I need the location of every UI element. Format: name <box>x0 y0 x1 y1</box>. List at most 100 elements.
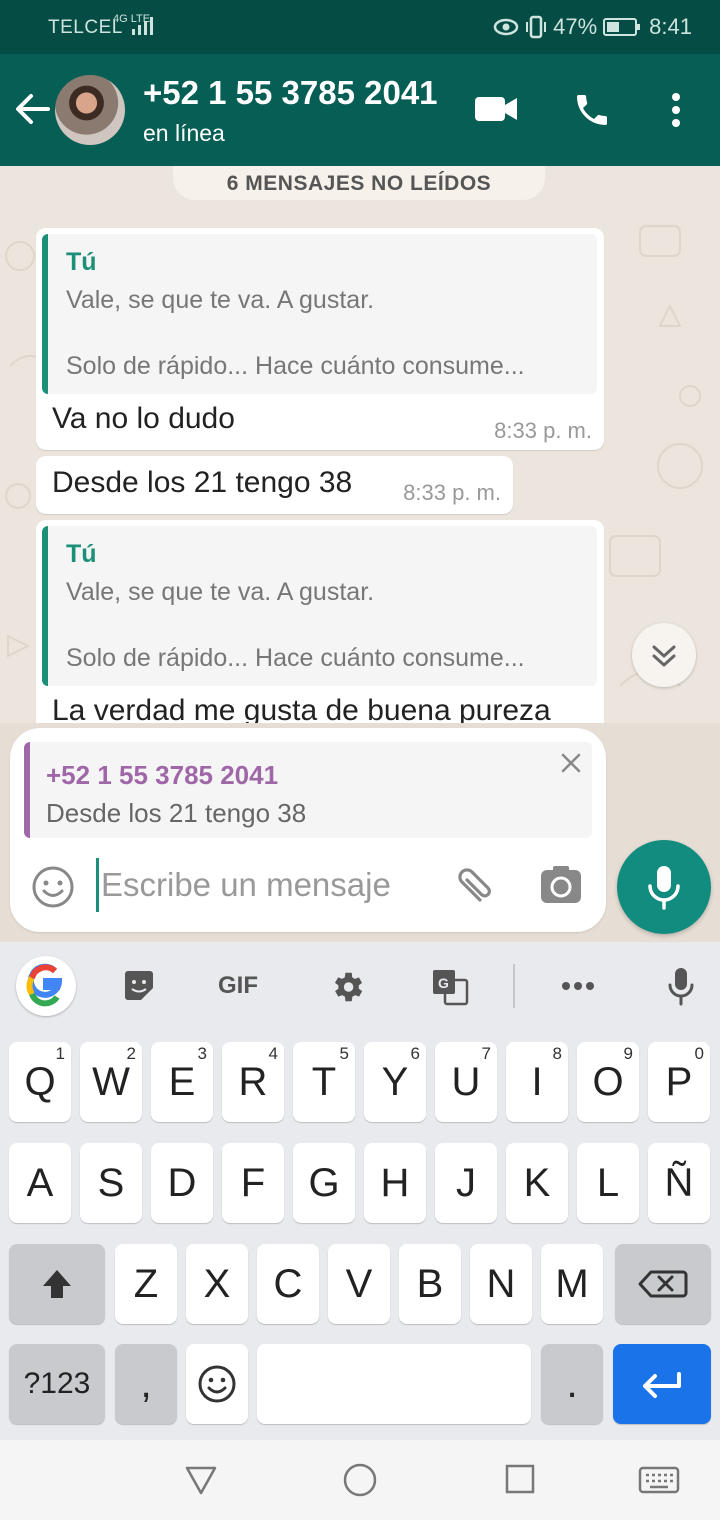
key-hint: 5 <box>339 1044 349 1063</box>
backspace-key[interactable] <box>615 1244 711 1324</box>
battery-icon <box>603 18 641 36</box>
key-w[interactable]: W2 <box>80 1042 142 1122</box>
key-i[interactable]: I8 <box>506 1042 568 1122</box>
key-f[interactable]: F <box>222 1143 284 1223</box>
key-l[interactable]: L <box>577 1143 639 1223</box>
nav-keyboard-icon[interactable] <box>638 1466 680 1494</box>
keyboard-mic-icon[interactable] <box>666 966 696 1006</box>
microphone-icon <box>648 866 680 910</box>
reply-author: +52 1 55 3785 2041 <box>46 760 279 790</box>
key-u[interactable]: U7 <box>435 1042 497 1122</box>
sticker-icon[interactable] <box>121 968 157 1004</box>
more-horiz-icon[interactable] <box>560 980 596 992</box>
key-s[interactable]: S <box>80 1143 142 1223</box>
attach-icon[interactable] <box>450 862 496 908</box>
key-v[interactable]: V <box>328 1244 390 1324</box>
key-letter: W <box>92 1060 130 1104</box>
backspace-icon <box>638 1270 688 1298</box>
message-bubble[interactable]: Tú Vale, se que te va. A gustar. Solo de… <box>36 520 604 723</box>
gif-button[interactable]: GIF <box>218 972 258 1000</box>
translate-icon[interactable]: G <box>431 968 469 1006</box>
key-r[interactable]: R4 <box>222 1042 284 1122</box>
message-input[interactable] <box>96 858 426 912</box>
message-time: 8:33 p. m. <box>494 418 592 443</box>
key-hint: 9 <box>623 1044 633 1063</box>
period-key[interactable]: . <box>541 1344 603 1424</box>
key-letter: P <box>665 1060 693 1104</box>
key-b[interactable]: B <box>399 1244 461 1324</box>
space-key[interactable] <box>257 1344 531 1424</box>
key-c[interactable]: C <box>257 1244 319 1324</box>
message-bubble[interactable]: Tú Vale, se que te va. A gustar. Solo de… <box>36 228 604 450</box>
key-j[interactable]: J <box>435 1143 497 1223</box>
contact-name[interactable]: +52 1 55 3785 2041 <box>143 74 448 112</box>
message-text: Desde los 21 tengo 38 <box>52 466 353 499</box>
system-nav-bar <box>0 1440 720 1520</box>
emoji-key[interactable] <box>186 1344 248 1424</box>
google-g-icon <box>26 963 63 1007</box>
close-reply-icon[interactable] <box>560 752 582 774</box>
key-ñ[interactable]: Ñ <box>648 1143 710 1223</box>
key-letter: U <box>451 1060 481 1104</box>
enter-icon <box>643 1372 681 1398</box>
vibrate-icon <box>526 15 547 39</box>
quote-text: Solo de rápido... Hace cuánto consume... <box>66 644 525 672</box>
nav-recents-icon[interactable] <box>505 1464 535 1494</box>
contact-avatar[interactable] <box>55 75 125 145</box>
settings-gear-icon[interactable] <box>328 968 366 1006</box>
key-x[interactable]: X <box>186 1244 248 1324</box>
more-vert-icon[interactable] <box>668 92 684 128</box>
key-h[interactable]: H <box>364 1143 426 1223</box>
key-hint: 1 <box>55 1044 65 1063</box>
key-n[interactable]: N <box>470 1244 532 1324</box>
quoted-message[interactable]: Tú Vale, se que te va. A gustar. Solo de… <box>42 234 597 394</box>
key-letter: O <box>592 1060 624 1104</box>
key-a[interactable]: A <box>9 1143 71 1223</box>
keyboard: GIF G Q1W2E3R4T5Y6U7I8O9P0 ASDFGHJKLÑ ZX… <box>0 942 720 1440</box>
nav-back-icon[interactable] <box>184 1464 218 1496</box>
quote-text: Vale, se que te va. A gustar. <box>66 578 375 606</box>
key-q[interactable]: Q1 <box>9 1042 71 1122</box>
key-t[interactable]: T5 <box>293 1042 355 1122</box>
voice-message-button[interactable] <box>617 840 711 934</box>
shift-key[interactable] <box>9 1244 105 1324</box>
carrier-name: TELCEL <box>48 17 123 38</box>
quoted-message[interactable]: Tú Vale, se que te va. A gustar. Solo de… <box>42 526 597 686</box>
key-hint: 0 <box>694 1044 704 1063</box>
key-o[interactable]: O9 <box>577 1042 639 1122</box>
emoji-icon[interactable] <box>30 864 76 910</box>
nav-home-icon[interactable] <box>343 1463 377 1497</box>
key-d[interactable]: D <box>151 1143 213 1223</box>
key-e[interactable]: E3 <box>151 1042 213 1122</box>
phone-call-icon[interactable] <box>572 90 612 130</box>
key-hint: 3 <box>197 1044 207 1063</box>
video-call-icon[interactable] <box>474 94 518 124</box>
chat-area[interactable]: 6 MENSAJES NO LEÍDOS Tú Vale, se que te … <box>0 166 720 723</box>
comma-key[interactable]: , <box>115 1344 177 1424</box>
key-z[interactable]: Z <box>115 1244 177 1324</box>
shift-arrow-icon <box>43 1270 71 1298</box>
reply-text: Desde los 21 tengo 38 <box>46 798 307 828</box>
signal-icon <box>132 17 153 35</box>
key-k[interactable]: K <box>506 1143 568 1223</box>
enter-key[interactable] <box>613 1344 711 1424</box>
key-g[interactable]: G <box>293 1143 355 1223</box>
symbols-key[interactable]: ?123 <box>9 1344 105 1424</box>
back-arrow-icon[interactable] <box>14 92 50 126</box>
key-y[interactable]: Y6 <box>364 1042 426 1122</box>
scroll-to-bottom-button[interactable] <box>632 623 696 687</box>
key-m[interactable]: M <box>541 1244 603 1324</box>
svg-text:G: G <box>438 975 449 991</box>
quote-author: Tú <box>66 248 97 276</box>
google-search-button[interactable] <box>16 956 76 1016</box>
key-hint: 6 <box>410 1044 420 1063</box>
clock: 8:41 <box>649 14 692 39</box>
key-p[interactable]: P0 <box>648 1042 710 1122</box>
reply-preview[interactable]: +52 1 55 3785 2041 Desde los 21 tengo 38 <box>24 742 592 838</box>
camera-icon[interactable] <box>540 866 582 904</box>
quote-text: Vale, se que te va. A gustar. <box>66 286 375 314</box>
key-hint: 4 <box>268 1044 278 1063</box>
key-letter: E <box>168 1060 196 1104</box>
message-bubble[interactable]: Desde los 21 tengo 38 8:33 p. m. <box>36 456 513 514</box>
message-text: La verdad me gusta de buena pureza <box>52 694 551 723</box>
